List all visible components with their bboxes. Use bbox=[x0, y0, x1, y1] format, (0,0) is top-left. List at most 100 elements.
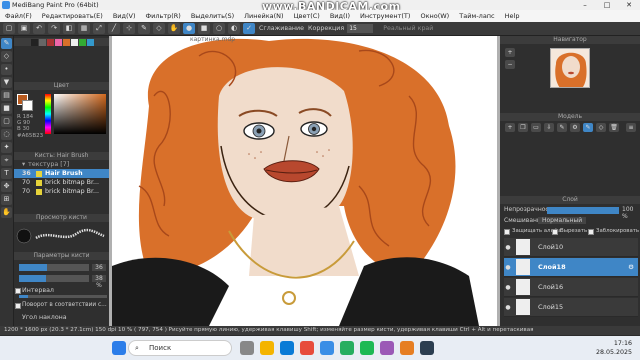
dot-tool-icon[interactable]: • bbox=[1, 64, 12, 75]
navigator-thumbnail[interactable] bbox=[550, 48, 590, 88]
menu-view2[interactable]: Вид(I) bbox=[325, 12, 355, 20]
menu-timelapse[interactable]: Тайм-лапс bbox=[454, 12, 499, 20]
size-value[interactable]: 36 bbox=[92, 264, 106, 271]
menu-color[interactable]: Цвет(C) bbox=[289, 12, 325, 20]
square-icon[interactable]: ■ bbox=[198, 23, 210, 34]
menu-select[interactable]: Выделить(S) bbox=[186, 12, 239, 20]
rotate-checkbox[interactable] bbox=[15, 303, 21, 309]
app-icon-red[interactable] bbox=[300, 341, 314, 355]
minimize-button[interactable]: – bbox=[574, 0, 596, 10]
menu-edit[interactable]: Редактировать(E) bbox=[37, 12, 108, 20]
layer-add-icon[interactable]: + bbox=[505, 123, 515, 132]
hand-tool-icon[interactable]: ✋ bbox=[1, 207, 12, 218]
interval-checkbox[interactable] bbox=[15, 288, 21, 294]
app-icon-spotify[interactable] bbox=[360, 341, 374, 355]
trash-icon[interactable]: 🗑 bbox=[609, 123, 619, 132]
menu-ruler[interactable]: Линейка(N) bbox=[239, 12, 288, 20]
brush-item[interactable]: 70 brick bitmap Br... bbox=[14, 187, 109, 196]
save-icon[interactable]: ▣ bbox=[18, 23, 30, 34]
copy-icon[interactable]: ❐ bbox=[518, 123, 528, 132]
shape-tool-icon[interactable]: ■ bbox=[1, 103, 12, 114]
clock[interactable]: 17:16 28.05.2025 bbox=[596, 339, 632, 357]
merge-icon[interactable]: ⇩ bbox=[544, 123, 554, 132]
folder-icon[interactable]: ▭ bbox=[531, 123, 541, 132]
canvas-area[interactable] bbox=[109, 36, 500, 326]
blend-select[interactable]: Нормальный bbox=[538, 217, 587, 224]
menu-view[interactable]: Вид(V) bbox=[108, 12, 141, 20]
wand-tool-icon[interactable]: ✦ bbox=[1, 142, 12, 153]
menu-help[interactable]: Help bbox=[500, 12, 525, 20]
brush-item[interactable]: 70 brick bitmap Br... bbox=[14, 178, 109, 187]
layer-row[interactable]: ● Слой10 bbox=[504, 238, 638, 257]
interval-slider[interactable] bbox=[19, 295, 107, 298]
brush-icon[interactable]: ● bbox=[183, 23, 195, 34]
maximize-button[interactable]: □ bbox=[596, 0, 618, 10]
close-button[interactable]: ✕ bbox=[618, 0, 640, 10]
antialias-icon[interactable]: ◐ bbox=[228, 23, 240, 34]
eyedropper-tool-icon[interactable]: ⌖ bbox=[1, 155, 12, 166]
swatch[interactable] bbox=[54, 39, 62, 46]
snap-icon[interactable]: ⊹ bbox=[123, 23, 135, 34]
app-icon-purple[interactable] bbox=[380, 341, 394, 355]
opacity-value[interactable]: 38 % bbox=[92, 275, 106, 289]
hue-slider[interactable] bbox=[45, 94, 51, 134]
start-icon[interactable] bbox=[112, 341, 126, 355]
redo-icon[interactable]: ↷ bbox=[48, 23, 60, 34]
eye-icon[interactable]: ● bbox=[504, 284, 512, 291]
text-tool-icon[interactable]: T bbox=[1, 168, 12, 179]
zoom-out-icon[interactable]: − bbox=[505, 60, 515, 69]
app-icon-orange[interactable] bbox=[400, 341, 414, 355]
app-icon-dark[interactable] bbox=[420, 341, 434, 355]
hand-icon[interactable]: ✋ bbox=[168, 23, 180, 34]
zoom-in-icon[interactable]: + bbox=[505, 48, 515, 57]
menu-tool[interactable]: Инструмент(T) bbox=[355, 12, 415, 20]
select-tool-icon[interactable]: ▢ bbox=[1, 116, 12, 127]
menu-window[interactable]: Окно(W) bbox=[415, 12, 454, 20]
taskbar-search[interactable]: ⌕ Поиск bbox=[128, 340, 232, 356]
layer-row[interactable]: ● Слой15 bbox=[504, 298, 638, 317]
task-view-icon[interactable] bbox=[240, 341, 254, 355]
brush-item[interactable]: 36 Hair Brush bbox=[14, 169, 109, 178]
fill-tool-icon[interactable]: ▼ bbox=[1, 77, 12, 88]
eraser-icon[interactable]: ◇ bbox=[596, 123, 606, 132]
eraser-tool-icon[interactable]: ◇ bbox=[1, 51, 12, 62]
menu-icon[interactable]: ≡ bbox=[626, 123, 636, 132]
explorer-icon[interactable] bbox=[260, 341, 274, 355]
circle-icon[interactable]: ○ bbox=[213, 23, 225, 34]
size-slider[interactable] bbox=[19, 264, 89, 271]
lasso-tool-icon[interactable]: ◌ bbox=[1, 129, 12, 140]
ruler-icon[interactable]: ╱ bbox=[108, 23, 120, 34]
active-tool-icon[interactable]: ✎ bbox=[583, 123, 593, 132]
gear-icon[interactable]: ⚙ bbox=[628, 263, 634, 271]
swatch[interactable] bbox=[30, 39, 38, 46]
pen-icon[interactable]: ✎ bbox=[138, 23, 150, 34]
opacity-slider[interactable] bbox=[19, 275, 89, 282]
layer-row[interactable]: ● Слой18 ⚙ bbox=[504, 258, 638, 277]
settings-icon[interactable]: ⚙ bbox=[570, 123, 580, 132]
new-icon[interactable]: ▢ bbox=[3, 23, 15, 34]
eye-icon[interactable]: ● bbox=[504, 304, 512, 311]
layer-row[interactable]: ● Слой16 bbox=[504, 278, 638, 297]
undo-icon[interactable]: ↶ bbox=[33, 23, 45, 34]
app-icon-green[interactable] bbox=[340, 341, 354, 355]
clip-checkbox[interactable] bbox=[552, 229, 558, 235]
lock-checkbox[interactable] bbox=[588, 229, 594, 235]
layer-opacity-slider[interactable] bbox=[547, 207, 619, 214]
swatch[interactable] bbox=[86, 39, 94, 46]
layer-icon[interactable]: ◧ bbox=[63, 23, 75, 34]
swatch[interactable] bbox=[78, 39, 86, 46]
artwork-canvas[interactable] bbox=[109, 36, 500, 326]
eye-icon[interactable]: ● bbox=[504, 264, 512, 271]
menu-filter[interactable]: Фильтр(R) bbox=[141, 12, 186, 20]
divide-tool-icon[interactable]: ⊞ bbox=[1, 194, 12, 205]
secondary-color[interactable] bbox=[22, 100, 33, 111]
protect-alpha-checkbox[interactable] bbox=[504, 229, 510, 235]
correction-input[interactable]: 15 bbox=[347, 24, 374, 33]
brush-tool-icon[interactable]: ✎ bbox=[1, 38, 12, 49]
eraser-icon[interactable]: ◇ bbox=[153, 23, 165, 34]
saturation-value-picker[interactable] bbox=[54, 94, 106, 134]
grid-icon[interactable]: ▦ bbox=[78, 23, 90, 34]
eye-icon[interactable]: ● bbox=[504, 244, 512, 251]
brush-copy-icon[interactable]: ✎ bbox=[557, 123, 567, 132]
swatch[interactable] bbox=[46, 39, 54, 46]
